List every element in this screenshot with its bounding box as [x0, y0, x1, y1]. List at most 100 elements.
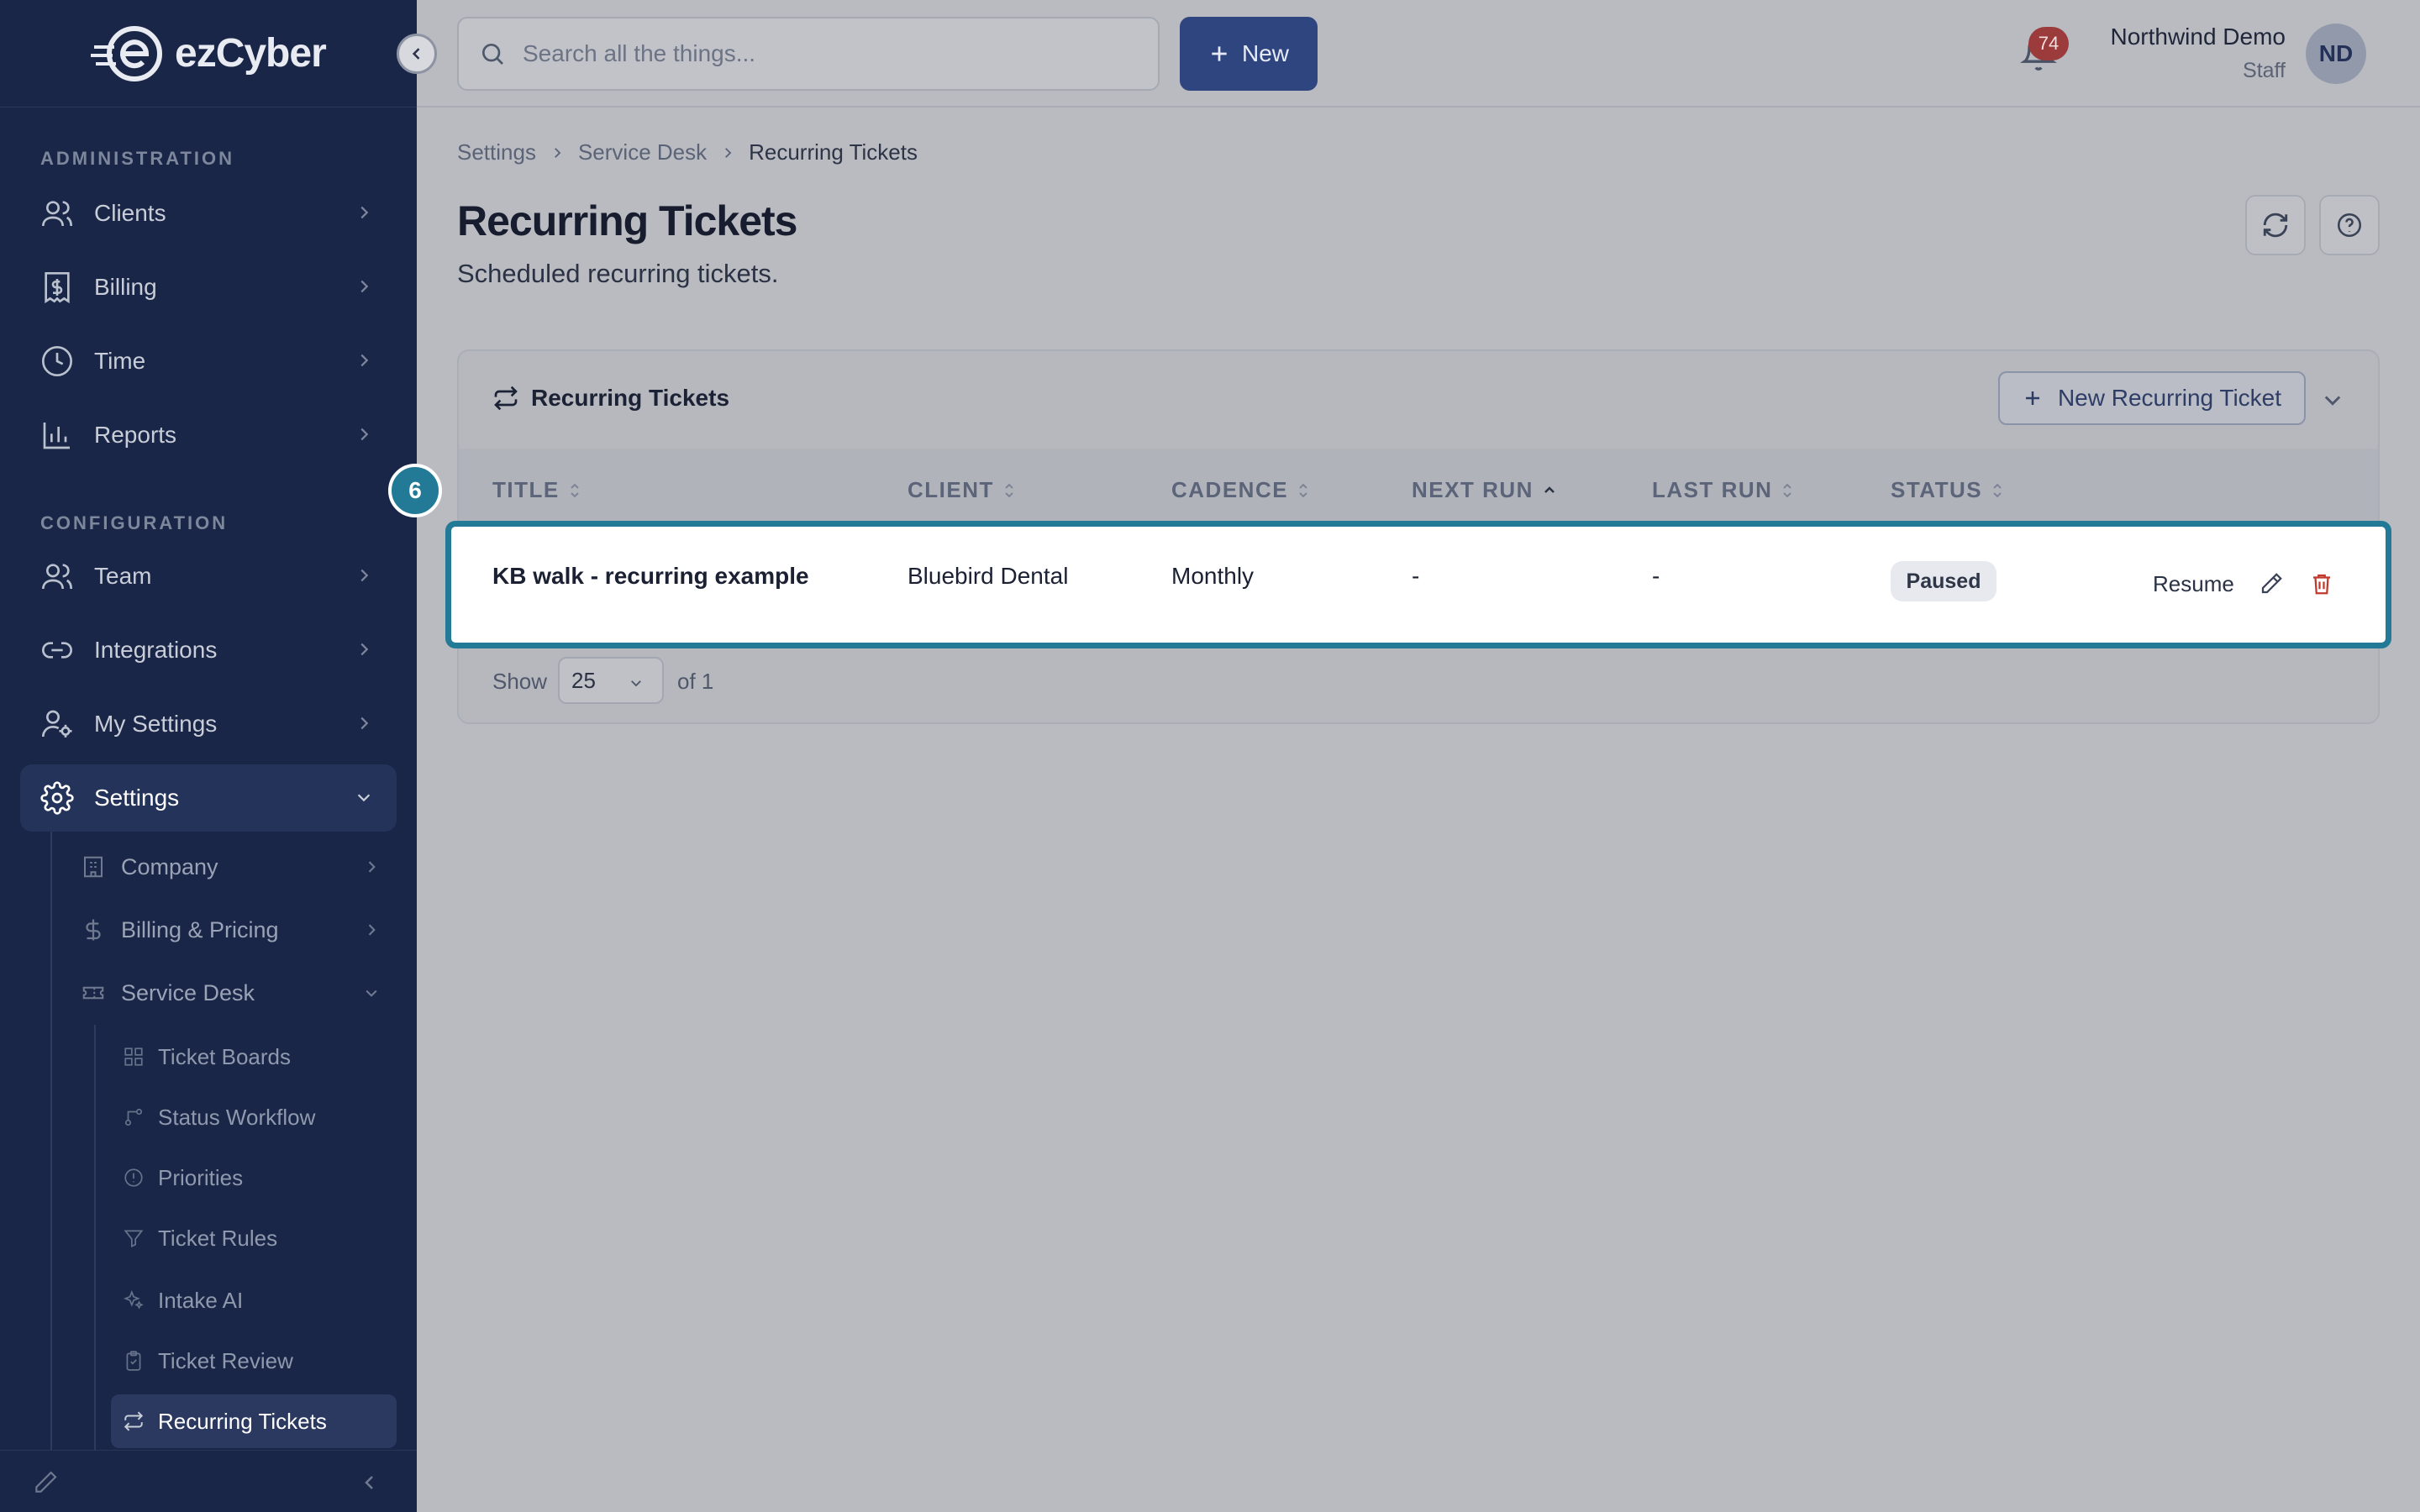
tree-line: [94, 1025, 96, 1450]
chevron-right-icon: [360, 280, 369, 293]
user-role: Staff: [2243, 59, 2286, 82]
section-label-configuration: CONFIGURATION: [40, 512, 229, 533]
sidebar-item-team[interactable]: Team: [20, 543, 397, 610]
chevron-down-icon[interactable]: [2321, 388, 2344, 412]
sidebar-item-label: Settings: [94, 785, 180, 811]
sidebar-item-label: Reports: [94, 422, 177, 448]
cell-last-run: -: [1652, 563, 1660, 589]
avatar[interactable]: ND: [2306, 24, 2366, 84]
chevron-right-icon: [555, 147, 561, 158]
chevron-right-icon: [360, 717, 369, 730]
pencil-icon[interactable]: [32, 1469, 59, 1496]
user-name: Northwind Demo: [2110, 24, 2286, 50]
column-header-label: LAST RUN: [1652, 477, 1773, 502]
show-label: Show: [492, 669, 548, 694]
plus-icon: [1212, 46, 1227, 61]
card-header: Recurring Tickets New Recurring Ticket: [459, 351, 2378, 449]
tree-line: [50, 832, 52, 1453]
pencil-icon[interactable]: [2259, 571, 2284, 596]
column-header-cadence[interactable]: CADENCE: [1171, 477, 1310, 503]
clock-icon: [42, 346, 72, 376]
sidebar-item-integrations[interactable]: Integrations: [20, 617, 397, 684]
search-box[interactable]: [457, 17, 1160, 91]
users-icon: [42, 201, 72, 227]
column-header-title[interactable]: TITLE: [492, 477, 581, 503]
sidebar-item-billing-pricing[interactable]: Billing & Pricing: [81, 903, 397, 957]
chevron-right-icon: [360, 206, 369, 219]
sidebar-item-status-workflow[interactable]: Status Workflow: [111, 1090, 397, 1144]
page-count-label: of 1: [677, 669, 714, 694]
sidebar-item-reports[interactable]: Reports: [20, 402, 397, 469]
sidebar-item-company[interactable]: Company: [81, 840, 397, 894]
bar-chart-icon: [43, 423, 70, 449]
chevron-right-icon: [368, 861, 376, 873]
breadcrumb-current: Recurring Tickets: [749, 139, 918, 165]
sidebar-item-billing[interactable]: Billing: [20, 254, 397, 321]
help-button[interactable]: [2319, 195, 2380, 255]
column-header-next-run[interactable]: NEXT RUN: [1412, 477, 1557, 503]
logo[interactable]: ezCyber: [0, 0, 417, 108]
clipboard-icon: [126, 1351, 141, 1371]
logo-mark-icon: [91, 24, 171, 84]
sidebar-item-ticket-boards[interactable]: Ticket Boards: [111, 1030, 397, 1084]
card-title: Recurring Tickets: [492, 385, 729, 412]
logo-text: ezCyber: [175, 31, 327, 76]
gear-icon: [40, 781, 74, 815]
alert-circle-icon: [124, 1168, 143, 1187]
trash-icon[interactable]: [2309, 571, 2334, 596]
new-recurring-ticket-button[interactable]: New Recurring Ticket: [1998, 371, 2306, 425]
column-header-label: CLIENT: [908, 477, 994, 502]
ticket-icon: [82, 986, 104, 1000]
sidebar-item-ticket-review[interactable]: Ticket Review: [111, 1334, 397, 1388]
sidebar: ezCyber ADMINISTRATION Clients Billing T…: [0, 0, 417, 1512]
sidebar-footer: [0, 1450, 417, 1512]
column-header-last-run[interactable]: LAST RUN: [1652, 477, 1794, 503]
collapse-sidebar-icon[interactable]: [360, 1473, 380, 1493]
resume-button[interactable]: Resume: [2153, 571, 2234, 597]
breadcrumb-settings[interactable]: Settings: [457, 139, 536, 165]
plus-icon: [2025, 391, 2039, 405]
column-header-label: NEXT RUN: [1412, 477, 1534, 502]
cell-title[interactable]: KB walk - recurring example: [492, 563, 809, 590]
grid-icon: [124, 1047, 143, 1066]
sidebar-item-my-settings[interactable]: My Settings: [20, 690, 397, 758]
sidebar-item-settings[interactable]: Settings: [20, 764, 397, 832]
sidebar-item-service-desk[interactable]: Service Desk: [81, 966, 397, 1020]
sidebar-item-label: Time: [94, 348, 146, 374]
sidebar-item-priorities[interactable]: Priorities: [111, 1151, 397, 1205]
sidebar-item-label: Company: [121, 853, 218, 879]
chevron-right-icon: [360, 354, 369, 367]
column-header-client[interactable]: CLIENT: [908, 477, 1016, 503]
sidebar-item-label: Ticket Boards: [158, 1043, 291, 1069]
sparkles-icon: [123, 1289, 144, 1310]
cell-cadence: Monthly: [1171, 563, 1255, 589]
sidebar-item-label: Billing & Pricing: [121, 916, 279, 942]
sidebar-item-label: Clients: [94, 200, 166, 226]
breadcrumb-service-desk[interactable]: Service Desk: [578, 139, 707, 165]
column-header-label: CADENCE: [1171, 477, 1289, 502]
page-size-select[interactable]: 25: [558, 657, 664, 704]
chevron-right-icon: [725, 147, 732, 158]
sidebar-item-recurring-tickets[interactable]: Recurring Tickets: [111, 1394, 397, 1448]
column-header-status[interactable]: STATUS: [1891, 477, 2004, 503]
chevron-right-icon: [360, 643, 369, 656]
topbar: New 74 Northwind Demo Staff ND: [417, 0, 2420, 108]
refresh-button[interactable]: [2245, 195, 2306, 255]
sidebar-item-clients[interactable]: Clients: [20, 180, 397, 247]
repeat-icon: [494, 386, 518, 411]
link-icon: [42, 642, 72, 659]
column-header-label: STATUS: [1891, 477, 1983, 502]
search-input[interactable]: [523, 40, 1111, 67]
new-button[interactable]: New: [1180, 17, 1318, 91]
sidebar-collapse-button[interactable]: [397, 34, 437, 74]
section-label-administration: ADMINISTRATION: [40, 148, 235, 169]
dollar-icon: [86, 919, 101, 941]
chevron-down-icon: [366, 990, 377, 997]
sidebar-item-label: Integrations: [94, 637, 218, 663]
sidebar-item-intake-ai[interactable]: Intake AI: [111, 1273, 397, 1327]
page-size-value: 25: [571, 667, 596, 693]
sidebar-item-time[interactable]: Time: [20, 328, 397, 395]
column-header-label: TITLE: [492, 477, 560, 502]
sort-icon: [1299, 483, 1307, 497]
sidebar-item-ticket-rules[interactable]: Ticket Rules: [111, 1211, 397, 1265]
